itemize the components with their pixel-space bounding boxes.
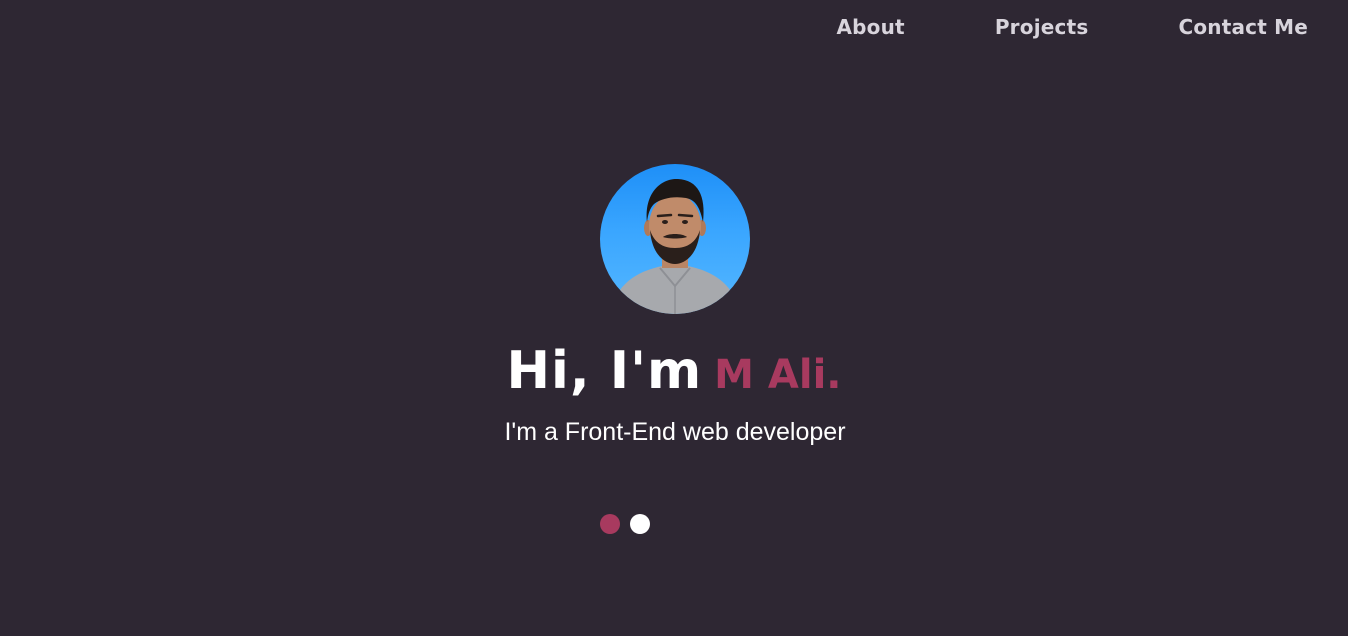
- profile-avatar: [600, 164, 750, 314]
- hero-name: M Ali.: [714, 352, 842, 398]
- hero-headline: Hi, I'm M Ali.: [0, 336, 1348, 412]
- nav-link-projects[interactable]: Projects: [995, 15, 1089, 39]
- main-nav: About Projects Contact Me: [836, 12, 1308, 42]
- carousel-dots: [600, 514, 660, 534]
- nav-link-about[interactable]: About: [836, 15, 904, 39]
- hero-greeting: Hi, I'm: [506, 341, 703, 401]
- hero-subtitle: I'm a Front-End web developer: [504, 418, 846, 446]
- profile-photo: [610, 178, 740, 314]
- carousel-dot-1[interactable]: [600, 514, 620, 534]
- carousel-dot-2[interactable]: [630, 514, 650, 534]
- nav-link-contact[interactable]: Contact Me: [1178, 15, 1308, 39]
